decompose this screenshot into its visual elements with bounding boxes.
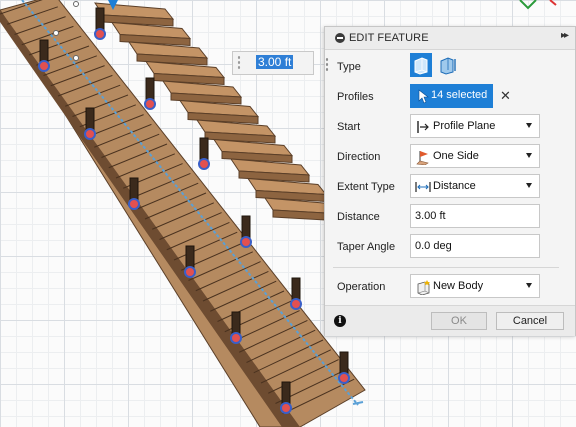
extrude-thin-icon — [440, 57, 456, 75]
edit-feature-panel: EDIT FEATURE ▸▸ Type Profiles 14 selecte… — [324, 26, 576, 336]
start-dropdown[interactable]: Profile Plane — [410, 114, 540, 138]
one-side-flag-icon — [416, 151, 429, 165]
operation-label: Operation — [337, 281, 386, 293]
extent-type-label: Extent Type — [337, 181, 395, 193]
selected-profile-marker — [38, 60, 50, 72]
direction-dropdown[interactable]: One Side — [410, 144, 540, 168]
extrude-thin-button[interactable] — [436, 53, 458, 77]
operation-dropdown[interactable]: New Body — [410, 274, 540, 298]
distance-input[interactable]: 3.00 ft — [410, 204, 540, 228]
direction-label: Direction — [337, 151, 381, 163]
profiles-selection-button[interactable]: 14 selected — [410, 84, 493, 108]
distance-dimension-input[interactable]: 3.00 ft — [232, 51, 314, 75]
view-cube-edge — [519, 0, 537, 10]
start-value: Profile Plane — [433, 120, 496, 132]
extent-type-dropdown[interactable]: Distance — [410, 174, 540, 198]
selected-profile-marker — [240, 236, 252, 248]
extrude-solid-button[interactable] — [410, 53, 432, 77]
panel-header[interactable]: EDIT FEATURE ▸▸ — [325, 27, 575, 50]
profile-plane-icon — [417, 121, 429, 133]
ok-button[interactable]: OK — [431, 312, 487, 330]
collapse-icon[interactable] — [335, 33, 345, 43]
manipulator-point — [73, 55, 79, 61]
distance-icon — [415, 182, 431, 192]
profiles-selection-count: 14 selected — [431, 89, 488, 101]
panel-title: EDIT FEATURE — [349, 32, 429, 44]
profiles-label: Profiles — [337, 91, 374, 103]
chevron-down-icon — [526, 283, 532, 288]
operation-value: New Body — [433, 280, 484, 292]
type-label: Type — [337, 61, 361, 73]
distance-label: Distance — [337, 211, 380, 223]
cursor-select-icon — [418, 89, 429, 104]
divider — [333, 267, 559, 268]
selected-profile-marker — [338, 372, 350, 384]
info-icon[interactable]: i — [334, 315, 346, 327]
clear-selection-icon[interactable]: ✕ — [500, 88, 511, 104]
selected-profile-marker — [230, 332, 242, 344]
direction-value: One Side — [433, 150, 479, 162]
selected-profile-marker — [144, 98, 156, 110]
taper-angle-input[interactable]: 0.0 deg — [410, 234, 540, 258]
chevron-down-icon — [526, 123, 532, 128]
expand-panel-icon[interactable]: ▸▸ — [561, 30, 569, 41]
new-body-icon — [417, 280, 430, 295]
selected-profile-marker — [290, 298, 302, 310]
selected-profile-marker — [94, 28, 106, 40]
manipulator-point — [73, 1, 79, 7]
taper-angle-label: Taper Angle — [337, 241, 396, 253]
manipulator-point — [53, 30, 59, 36]
drag-grip-icon[interactable] — [237, 55, 241, 71]
selected-profile-marker — [84, 128, 96, 140]
chevron-down-icon — [526, 183, 532, 188]
chevron-down-icon — [526, 153, 532, 158]
cancel-button[interactable]: Cancel — [496, 312, 564, 330]
selected-profile-marker — [184, 266, 196, 278]
view-cube-axis — [549, 0, 557, 6]
extrude-solid-icon — [414, 57, 428, 75]
extent-type-value: Distance — [433, 180, 476, 192]
panel-footer: i OK Cancel — [325, 305, 575, 336]
row-grip-icon[interactable] — [325, 57, 329, 73]
selected-profile-marker — [280, 402, 292, 414]
start-label: Start — [337, 121, 361, 133]
selected-profile-marker — [128, 198, 140, 210]
dimension-value[interactable]: 3.00 ft — [256, 55, 294, 69]
selected-profile-marker — [198, 158, 210, 170]
